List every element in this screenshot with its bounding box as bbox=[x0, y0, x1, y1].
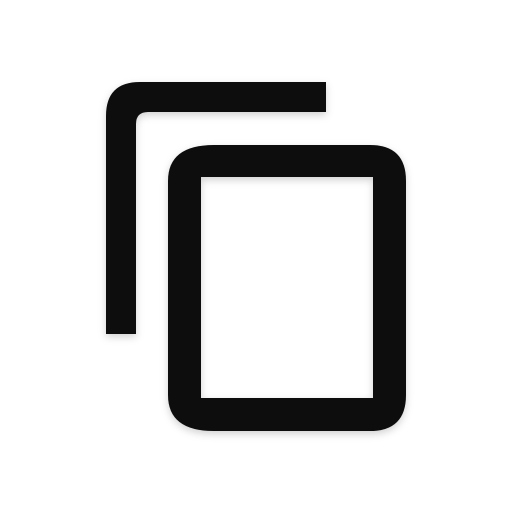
copy-icon bbox=[106, 82, 406, 431]
icon-canvas bbox=[0, 0, 512, 512]
copy-icon-front-sheet bbox=[168, 145, 406, 431]
copy-icon-back-sheet bbox=[106, 82, 326, 334]
